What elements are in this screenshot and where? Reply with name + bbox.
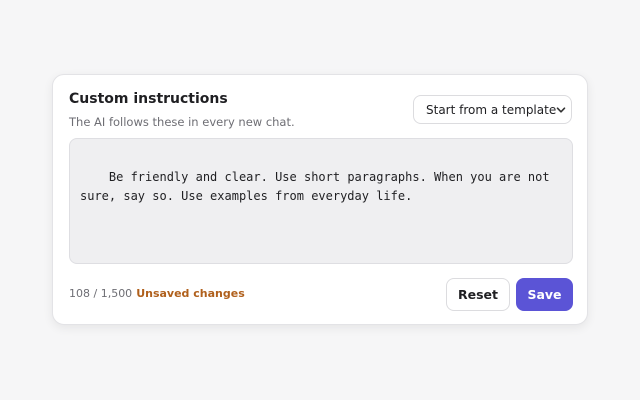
- reset-button[interactable]: Reset: [446, 278, 510, 311]
- template-select[interactable]: Start from a template: [413, 95, 572, 124]
- character-count: 108 / 1,500: [69, 287, 133, 300]
- instructions-textarea[interactable]: Be friendly and clear. Use short paragra…: [69, 138, 573, 304]
- footer-meta: 108 / 1,500 Unsaved changes: [69, 287, 245, 301]
- resize-grip-icon[interactable]: [562, 253, 570, 304]
- unsaved-status: Unsaved changes: [136, 287, 245, 300]
- instructions-text: Be friendly and clear. Use short paragra…: [80, 170, 557, 203]
- chevron-down-icon: [556, 105, 566, 115]
- panel-subtitle: The AI follows these in every new chat.: [69, 115, 295, 129]
- template-select-value: Start from a template: [426, 102, 557, 117]
- save-button[interactable]: Save: [516, 278, 573, 311]
- custom-instructions-card: Custom instructions The AI follows these…: [52, 74, 588, 325]
- panel-title: Custom instructions: [69, 91, 228, 107]
